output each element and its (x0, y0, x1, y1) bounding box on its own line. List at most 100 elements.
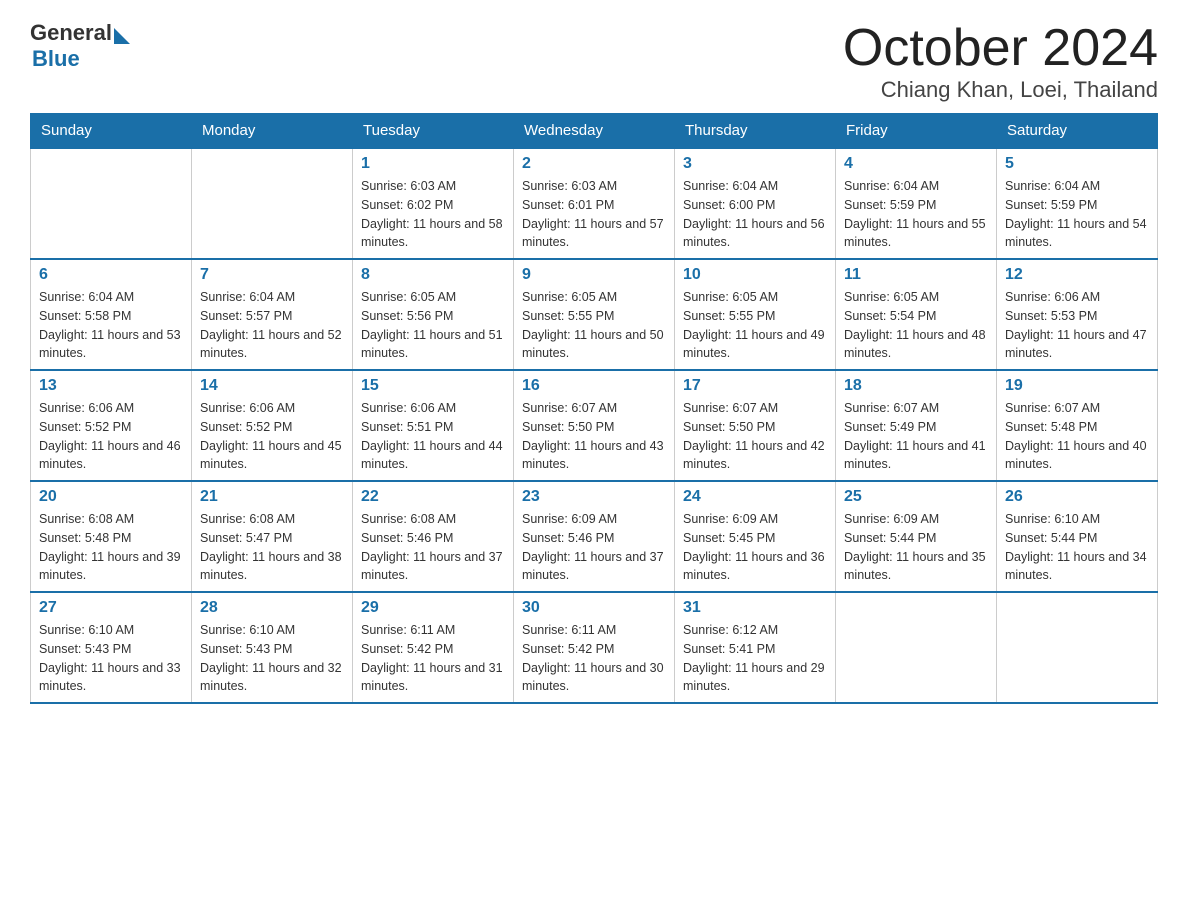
week-row-1: 1 Sunrise: 6:03 AMSunset: 6:02 PMDaylight… (31, 148, 1158, 259)
table-row (31, 148, 192, 259)
location-title: Chiang Khan, Loei, Thailand (843, 77, 1158, 103)
day-info: Sunrise: 6:12 AMSunset: 5:41 PMDaylight:… (683, 621, 827, 696)
day-info: Sunrise: 6:04 AMSunset: 5:58 PMDaylight:… (39, 288, 183, 363)
week-row-3: 13 Sunrise: 6:06 AMSunset: 5:52 PMDayligh… (31, 370, 1158, 481)
day-info: Sunrise: 6:07 AMSunset: 5:50 PMDaylight:… (683, 399, 827, 474)
table-row: 3 Sunrise: 6:04 AMSunset: 6:00 PMDaylight… (675, 148, 836, 259)
table-row: 29 Sunrise: 6:11 AMSunset: 5:42 PMDayligh… (353, 592, 514, 703)
day-number: 6 (39, 266, 183, 284)
day-info: Sunrise: 6:06 AMSunset: 5:52 PMDaylight:… (39, 399, 183, 474)
day-number: 26 (1005, 488, 1149, 506)
day-info: Sunrise: 6:06 AMSunset: 5:52 PMDaylight:… (200, 399, 344, 474)
day-number: 9 (522, 266, 666, 284)
table-row: 26 Sunrise: 6:10 AMSunset: 5:44 PMDayligh… (997, 481, 1158, 592)
day-info: Sunrise: 6:11 AMSunset: 5:42 PMDaylight:… (522, 621, 666, 696)
day-info: Sunrise: 6:10 AMSunset: 5:43 PMDaylight:… (200, 621, 344, 696)
header-monday: Monday (192, 114, 353, 149)
week-row-2: 6 Sunrise: 6:04 AMSunset: 5:58 PMDaylight… (31, 259, 1158, 370)
table-row: 9Sunrise: 6:05 AMSunset: 5:55 PMDaylight… (514, 259, 675, 370)
day-info: Sunrise: 6:05 AMSunset: 5:54 PMDaylight:… (844, 288, 988, 363)
day-info: Sunrise: 6:08 AMSunset: 5:46 PMDaylight:… (361, 510, 505, 585)
table-row: 20Sunrise: 6:08 AMSunset: 5:48 PMDayligh… (31, 481, 192, 592)
day-number: 14 (200, 377, 344, 395)
table-row: 18 Sunrise: 6:07 AMSunset: 5:49 PMDayligh… (836, 370, 997, 481)
week-row-5: 27Sunrise: 6:10 AMSunset: 5:43 PMDayligh… (31, 592, 1158, 703)
month-title: October 2024 (843, 20, 1158, 77)
day-info: Sunrise: 6:04 AMSunset: 5:59 PMDaylight:… (1005, 177, 1149, 252)
day-info: Sunrise: 6:09 AMSunset: 5:45 PMDaylight:… (683, 510, 827, 585)
day-number: 18 (844, 377, 988, 395)
day-number: 30 (522, 599, 666, 617)
table-row: 23 Sunrise: 6:09 AMSunset: 5:46 PMDayligh… (514, 481, 675, 592)
day-info: Sunrise: 6:04 AMSunset: 6:00 PMDaylight:… (683, 177, 827, 252)
header-friday: Friday (836, 114, 997, 149)
table-row: 22 Sunrise: 6:08 AMSunset: 5:46 PMDayligh… (353, 481, 514, 592)
table-row: 25 Sunrise: 6:09 AMSunset: 5:44 PMDayligh… (836, 481, 997, 592)
day-info: Sunrise: 6:09 AMSunset: 5:46 PMDaylight:… (522, 510, 666, 585)
day-info: Sunrise: 6:05 AMSunset: 5:56 PMDaylight:… (361, 288, 505, 363)
day-number: 24 (683, 488, 827, 506)
day-number: 2 (522, 155, 666, 173)
day-info: Sunrise: 6:06 AMSunset: 5:53 PMDaylight:… (1005, 288, 1149, 363)
table-row: 8 Sunrise: 6:05 AMSunset: 5:56 PMDaylight… (353, 259, 514, 370)
day-info: Sunrise: 6:03 AMSunset: 6:02 PMDaylight:… (361, 177, 505, 252)
table-row (192, 148, 353, 259)
day-info: Sunrise: 6:10 AMSunset: 5:44 PMDaylight:… (1005, 510, 1149, 585)
table-row: 30 Sunrise: 6:11 AMSunset: 5:42 PMDayligh… (514, 592, 675, 703)
table-row: 28Sunrise: 6:10 AMSunset: 5:43 PMDayligh… (192, 592, 353, 703)
day-info: Sunrise: 6:03 AMSunset: 6:01 PMDaylight:… (522, 177, 666, 252)
table-row: 21Sunrise: 6:08 AMSunset: 5:47 PMDayligh… (192, 481, 353, 592)
day-number: 8 (361, 266, 505, 284)
table-row: 6 Sunrise: 6:04 AMSunset: 5:58 PMDaylight… (31, 259, 192, 370)
day-number: 17 (683, 377, 827, 395)
header-thursday: Thursday (675, 114, 836, 149)
calendar-table: Sunday Monday Tuesday Wednesday Thursday… (30, 113, 1158, 704)
day-info: Sunrise: 6:07 AMSunset: 5:49 PMDaylight:… (844, 399, 988, 474)
table-row (836, 592, 997, 703)
logo-blue-text: Blue (32, 46, 130, 72)
day-number: 11 (844, 266, 988, 284)
title-block: October 2024 Chiang Khan, Loei, Thailand (843, 20, 1158, 103)
day-info: Sunrise: 6:07 AMSunset: 5:48 PMDaylight:… (1005, 399, 1149, 474)
table-row: 17 Sunrise: 6:07 AMSunset: 5:50 PMDayligh… (675, 370, 836, 481)
table-row: 5Sunrise: 6:04 AMSunset: 5:59 PMDaylight… (997, 148, 1158, 259)
table-row: 7 Sunrise: 6:04 AMSunset: 5:57 PMDaylight… (192, 259, 353, 370)
table-row (997, 592, 1158, 703)
logo-general-text: General (30, 20, 112, 46)
day-number: 3 (683, 155, 827, 173)
table-row: 27Sunrise: 6:10 AMSunset: 5:43 PMDayligh… (31, 592, 192, 703)
day-info: Sunrise: 6:10 AMSunset: 5:43 PMDaylight:… (39, 621, 183, 696)
day-info: Sunrise: 6:06 AMSunset: 5:51 PMDaylight:… (361, 399, 505, 474)
header-sunday: Sunday (31, 114, 192, 149)
day-number: 21 (200, 488, 344, 506)
day-number: 23 (522, 488, 666, 506)
calendar-header-row: Sunday Monday Tuesday Wednesday Thursday… (31, 114, 1158, 149)
table-row: 24 Sunrise: 6:09 AMSunset: 5:45 PMDayligh… (675, 481, 836, 592)
table-row: 16Sunrise: 6:07 AMSunset: 5:50 PMDayligh… (514, 370, 675, 481)
day-number: 31 (683, 599, 827, 617)
week-row-4: 20Sunrise: 6:08 AMSunset: 5:48 PMDayligh… (31, 481, 1158, 592)
day-number: 1 (361, 155, 505, 173)
day-number: 12 (1005, 266, 1149, 284)
day-number: 15 (361, 377, 505, 395)
day-info: Sunrise: 6:04 AMSunset: 5:59 PMDaylight:… (844, 177, 988, 252)
table-row: 11 Sunrise: 6:05 AMSunset: 5:54 PMDayligh… (836, 259, 997, 370)
day-info: Sunrise: 6:11 AMSunset: 5:42 PMDaylight:… (361, 621, 505, 696)
header-saturday: Saturday (997, 114, 1158, 149)
day-info: Sunrise: 6:09 AMSunset: 5:44 PMDaylight:… (844, 510, 988, 585)
table-row: 19 Sunrise: 6:07 AMSunset: 5:48 PMDayligh… (997, 370, 1158, 481)
table-row: 1 Sunrise: 6:03 AMSunset: 6:02 PMDaylight… (353, 148, 514, 259)
table-row: 31 Sunrise: 6:12 AMSunset: 5:41 PMDayligh… (675, 592, 836, 703)
day-number: 22 (361, 488, 505, 506)
day-number: 25 (844, 488, 988, 506)
day-number: 7 (200, 266, 344, 284)
day-number: 4 (844, 155, 988, 173)
day-number: 29 (361, 599, 505, 617)
day-number: 19 (1005, 377, 1149, 395)
day-number: 13 (39, 377, 183, 395)
day-info: Sunrise: 6:07 AMSunset: 5:50 PMDaylight:… (522, 399, 666, 474)
table-row: 13 Sunrise: 6:06 AMSunset: 5:52 PMDayligh… (31, 370, 192, 481)
day-info: Sunrise: 6:04 AMSunset: 5:57 PMDaylight:… (200, 288, 344, 363)
logo: General Blue (30, 20, 130, 72)
table-row: 12 Sunrise: 6:06 AMSunset: 5:53 PMDayligh… (997, 259, 1158, 370)
